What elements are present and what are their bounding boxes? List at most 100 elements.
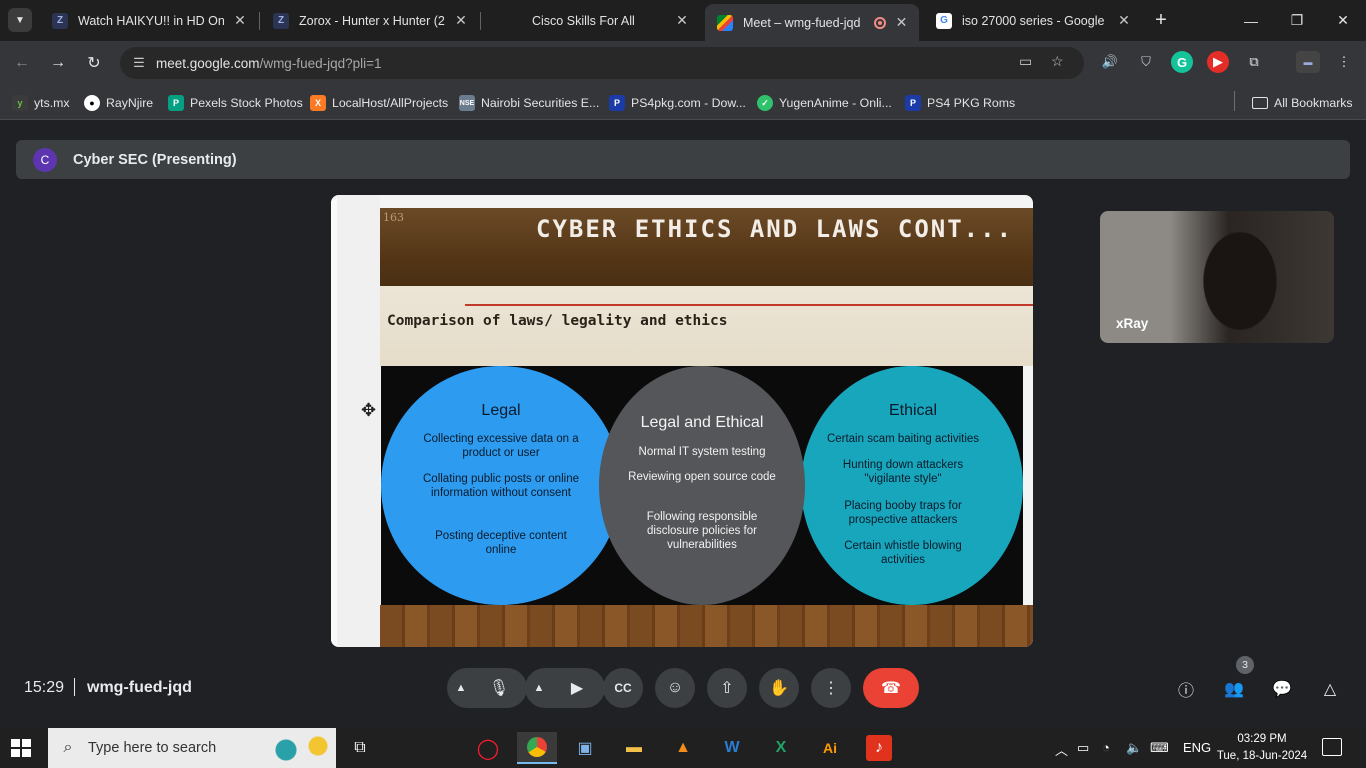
reload-button[interactable]: ↻ [80, 49, 108, 77]
microphone-icon[interactable]: 🎙 [475, 678, 523, 698]
both-item: Following responsible disclosure policie… [646, 511, 758, 551]
bookmark-nse[interactable]: NSE Nairobi Securities E... [459, 92, 599, 114]
captions-button[interactable]: CC [603, 668, 643, 708]
presentation-stage[interactable]: 163 CYBER ETHICS AND LAWS CONT... Compar… [331, 195, 1033, 647]
leave-call-button[interactable]: ☎ [863, 668, 919, 708]
bookmark-pexels[interactable]: P Pexels Stock Photos [168, 92, 303, 114]
profile-avatar[interactable]: ▬ [1296, 51, 1320, 73]
all-bookmarks-button[interactable]: All Bookmarks [1252, 92, 1353, 114]
bookmark-raynjire[interactable]: ● RayNjire [84, 92, 153, 114]
slide-title: CYBER ETHICS AND LAWS CONT... [536, 215, 1014, 243]
tab-hunter[interactable]: Z Zorox - Hunter x Hunter (20 ✕ [261, 0, 479, 41]
meeting-code: wmg-fued-jqd [87, 679, 192, 696]
presenter-avatar: C [33, 147, 57, 172]
tab-haikyu[interactable]: Z Watch HAIKYU!! in HD Onlin ✕ [40, 0, 258, 41]
tab-iso[interactable]: G iso 27000 series - Google Se ✕ [924, 0, 1142, 41]
venn-circle-both [599, 366, 805, 605]
taskbar-clock[interactable]: 03:29 PM Tue, 18-Jun-2024 [1214, 731, 1310, 765]
task-view-icon[interactable]: ⧉ [340, 732, 380, 764]
bookmarks-divider [1234, 91, 1235, 111]
grammarly-icon[interactable]: G [1171, 51, 1193, 73]
close-icon[interactable]: ✕ [232, 12, 248, 29]
video-extension-icon[interactable]: ▶ [1207, 51, 1229, 73]
excel-icon[interactable]: X [761, 732, 801, 764]
both-item: Reviewing open source code [628, 471, 776, 483]
chat-button[interactable]: 💬 [1269, 676, 1295, 702]
legal-item: Collating public posts or online informa… [423, 473, 579, 499]
chevron-up-icon[interactable]: ▲ [447, 682, 475, 694]
microphone-control[interactable]: ▲ 🎙 [447, 668, 527, 708]
bookmark-localhost[interactable]: X LocalHost/AllProjects [310, 92, 448, 114]
tab-strip: ▼ Z Watch HAIKYU!! in HD Onlin ✕ Z Zorox… [0, 0, 1366, 41]
shield-extension-icon[interactable]: ⛉ [1135, 51, 1157, 73]
forward-button[interactable]: → [44, 49, 72, 77]
bookmark-label: PS4pkg.com - Dow... [631, 96, 746, 110]
media-control-icon[interactable]: 🔊 [1099, 51, 1121, 73]
battery-icon[interactable]: ▭ [1077, 740, 1089, 756]
extensions-puzzle-icon[interactable]: ⧉ [1243, 51, 1265, 73]
move-cursor-icon: ✥ [361, 400, 377, 420]
back-button[interactable]: ← [8, 49, 36, 77]
camera-control[interactable]: ▲ ▶ [525, 668, 605, 708]
file-explorer-icon[interactable]: ▬ [614, 732, 654, 764]
camera-permission-icon[interactable]: ▭ [1019, 53, 1032, 70]
tab-title: Meet – wmg-fued-jqd [743, 15, 861, 30]
browser-menu-icon[interactable]: ⋮ [1333, 51, 1355, 73]
bookmark-label: RayNjire [106, 96, 154, 110]
wifi-icon[interactable]: ◔ [1102, 740, 1110, 755]
word-icon[interactable]: W [712, 732, 752, 764]
reactions-button[interactable]: ☺ [655, 668, 695, 708]
tab-meet[interactable]: Meet – wmg-fued-jqd ✕ [705, 4, 919, 41]
close-window-button[interactable]: ✕ [1320, 0, 1366, 41]
meeting-info-button[interactable]: ⓘ [1173, 676, 1199, 702]
close-icon[interactable]: ✕ [674, 12, 690, 29]
volume-icon[interactable]: 🔈 [1126, 740, 1142, 756]
close-icon[interactable]: ✕ [453, 12, 469, 29]
remote-desktop-icon[interactable]: ▣ [565, 732, 605, 764]
minimize-button[interactable]: — [1228, 0, 1274, 41]
slide-margin [331, 195, 380, 647]
tab-search-button[interactable]: ▼ [8, 8, 32, 32]
restore-button[interactable]: ❐ [1274, 0, 1320, 41]
vlc-icon[interactable]: ▲ [663, 732, 703, 764]
new-tab-button[interactable]: + [1149, 8, 1173, 32]
ethical-item: Hunting down attackers "vigilante style" [842, 459, 964, 485]
language-indicator[interactable]: ENG [1183, 740, 1211, 755]
notification-icon[interactable] [1322, 738, 1342, 756]
keyboard-icon[interactable]: ⌨ [1150, 740, 1169, 756]
yts-icon: y [12, 95, 28, 111]
chrome-icon[interactable] [517, 732, 557, 764]
show-hidden-icons-icon[interactable]: ︿ [1055, 740, 1068, 759]
chevron-up-icon[interactable]: ▲ [525, 682, 553, 694]
bookmark-ps4pkg[interactable]: P PS4pkg.com - Dow... [609, 92, 746, 114]
camera-icon[interactable]: ▶ [553, 678, 601, 698]
opera-icon[interactable]: ◯ [468, 732, 508, 764]
acrobat-icon[interactable]: ♪ [859, 732, 899, 764]
taskbar-search-box[interactable]: ⌕ Type here to search [48, 728, 336, 768]
presenter-label: Cyber SEC (Presenting) [73, 151, 237, 168]
tab-title: Watch HAIKYU!! in HD Onlin [78, 13, 224, 28]
activities-button[interactable]: △ [1317, 676, 1343, 702]
tab-cisco[interactable]: Cisco Skills For All ✕ [482, 0, 700, 41]
participant-tile[interactable]: xRay [1100, 211, 1334, 343]
site-info-icon[interactable]: ☰ [122, 55, 156, 71]
illustrator-icon[interactable]: Ai [810, 732, 850, 764]
people-icon: 👥 [1224, 681, 1244, 698]
bookmark-yugen[interactable]: ✓ YugenAnime - Onli... [757, 92, 892, 114]
search-highlight-illustration [266, 732, 332, 764]
bookmark-yts[interactable]: y yts.mx [12, 92, 70, 114]
raise-hand-button[interactable]: ✋ [759, 668, 799, 708]
close-icon[interactable]: ✕ [1116, 12, 1132, 29]
pexels-icon: P [168, 95, 184, 111]
tab-title: Zorox - Hunter x Hunter (20 [299, 13, 445, 28]
ethical-item: Placing booby traps for prospective atta… [844, 500, 962, 526]
windows-start-icon[interactable] [11, 739, 31, 757]
hand-icon: ✋ [769, 680, 789, 697]
bookmark-star-icon[interactable]: ☆ [1051, 53, 1064, 70]
more-options-button[interactable]: ⋮ [811, 668, 851, 708]
people-button[interactable]: 👥 [1221, 676, 1247, 702]
address-bar[interactable]: ☰ meet.google.com /wmg-fued-jqd?pli=1 ▭ … [120, 47, 1084, 79]
bookmark-ps4-roms[interactable]: P PS4 PKG Roms [905, 92, 1015, 114]
close-icon[interactable]: ✕ [894, 14, 909, 31]
present-button[interactable]: ⇧ [707, 668, 747, 708]
